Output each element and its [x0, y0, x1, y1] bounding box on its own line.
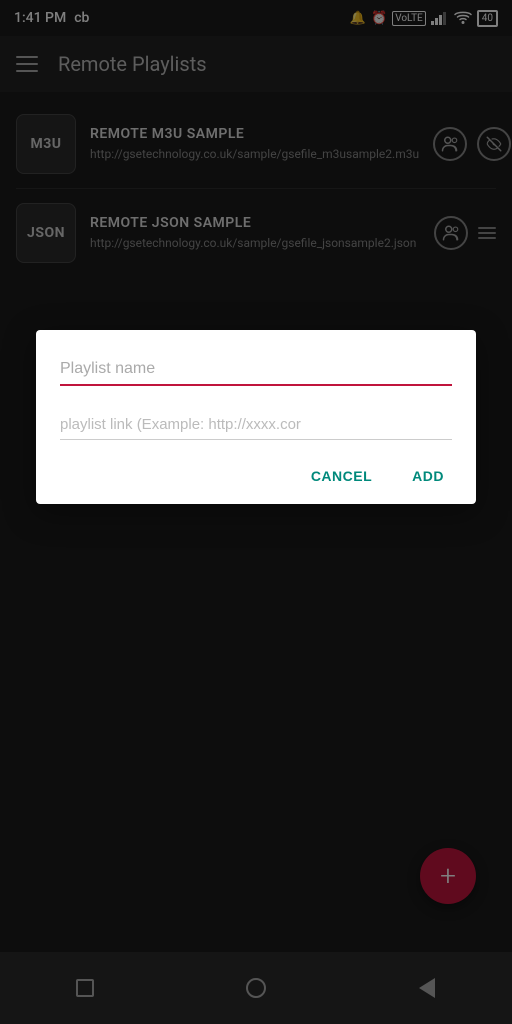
cancel-button[interactable]: CANCEL — [303, 464, 380, 488]
add-button[interactable]: ADD — [404, 464, 452, 488]
playlist-name-input[interactable] — [60, 354, 452, 386]
dialog-buttons: CANCEL ADD — [60, 464, 452, 488]
add-playlist-dialog: CANCEL ADD — [36, 330, 476, 504]
dialog-overlay: CANCEL ADD — [0, 0, 512, 1024]
playlist-link-input[interactable] — [60, 410, 452, 440]
